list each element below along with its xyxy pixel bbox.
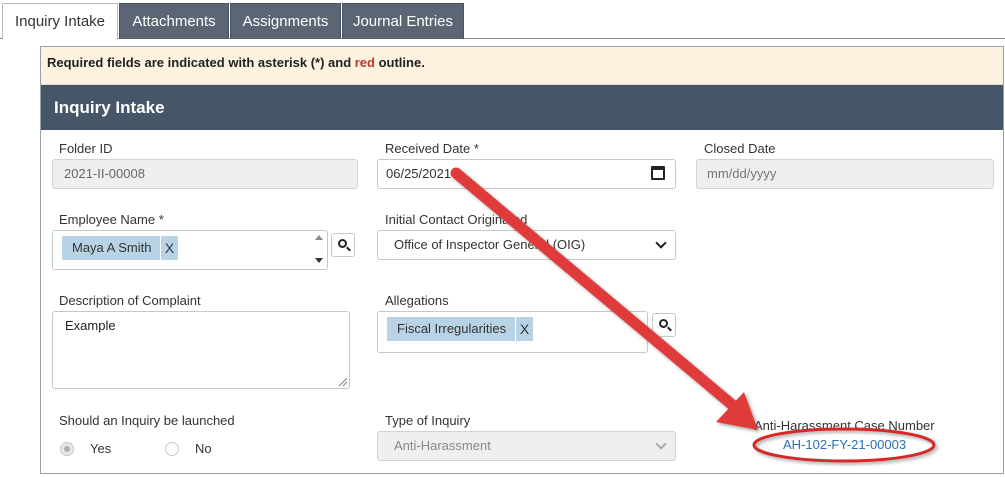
inquiry-launched-label: Should an Inquiry be launched xyxy=(59,413,235,428)
employee-chip: Maya A Smith X xyxy=(62,236,178,260)
tab-inquiry-intake[interactable]: Inquiry Intake xyxy=(2,3,118,40)
required-fields-notice: Required fields are indicated with aster… xyxy=(41,47,1003,85)
type-of-inquiry-label: Type of Inquiry xyxy=(385,413,471,428)
allegation-chip: Fiscal Irregularities X xyxy=(387,317,533,341)
type-of-inquiry-value: Anti-Harassment xyxy=(394,438,491,453)
employee-scrollbar[interactable] xyxy=(312,232,326,268)
search-icon-handle xyxy=(346,246,351,252)
chevron-down-icon xyxy=(655,237,667,249)
initial-contact-value: Office of Inspector General (OIG) xyxy=(394,237,586,252)
description-label: Description of Complaint xyxy=(59,293,201,308)
tab-attachments[interactable]: Attachments xyxy=(119,3,229,39)
search-icon-handle xyxy=(667,326,672,332)
remove-employee-icon[interactable]: X xyxy=(160,236,178,260)
case-number-label: Anti-Harassment Case Number xyxy=(754,418,935,433)
scroll-down-icon[interactable] xyxy=(315,258,323,263)
notice-suffix: outline. xyxy=(374,55,425,70)
notice-prefix: Required fields are indicated with aster… xyxy=(47,55,355,70)
description-textarea[interactable]: Example xyxy=(52,311,350,389)
notice-highlight: red xyxy=(354,55,375,70)
initial-contact-select[interactable]: Office of Inspector General (OIG) xyxy=(377,230,676,260)
section-title: Inquiry Intake xyxy=(41,85,1003,130)
allegations-label: Allegations xyxy=(385,293,449,308)
allegations-search-button[interactable] xyxy=(652,313,676,337)
employee-search-button[interactable] xyxy=(331,233,355,257)
allegation-chip-label: Fiscal Irregularities xyxy=(397,321,507,336)
remove-allegation-icon[interactable]: X xyxy=(515,317,533,341)
tab-journal-entries[interactable]: Journal Entries xyxy=(342,3,464,39)
description-value: Example xyxy=(65,318,116,333)
chevron-down-icon xyxy=(655,438,667,450)
case-number-link[interactable]: AH-102-FY-21-00003 xyxy=(783,437,906,452)
employee-chip-label: Maya A Smith xyxy=(72,240,152,255)
radio-yes[interactable] xyxy=(60,442,74,456)
employee-name-label: Employee Name * xyxy=(59,212,164,227)
tab-bar: Inquiry Intake Attachments Assignments J… xyxy=(0,0,1005,40)
received-date-field[interactable]: 06/25/2021 xyxy=(377,159,676,189)
allegations-field[interactable]: Fiscal Irregularities X xyxy=(377,311,648,353)
tab-assignments[interactable]: Assignments xyxy=(230,3,341,39)
initial-contact-label: Initial Contact Originated xyxy=(385,212,528,227)
type-of-inquiry-select: Anti-Harassment xyxy=(377,431,676,461)
closed-date-field: mm/dd/yyyy xyxy=(696,159,994,189)
radio-yes-label: Yes xyxy=(90,441,112,456)
resize-handle-icon[interactable] xyxy=(339,378,347,386)
radio-no-label: No xyxy=(195,441,212,456)
received-date-value: 06/25/2021 xyxy=(386,166,452,181)
inquiry-intake-panel: Required fields are indicated with aster… xyxy=(40,46,1004,474)
closed-date-label: Closed Date xyxy=(704,141,776,156)
radio-no[interactable] xyxy=(165,442,179,456)
employee-name-field[interactable]: Maya A Smith X xyxy=(52,230,328,270)
scroll-up-icon[interactable] xyxy=(315,235,323,240)
folder-id-field: 2021-II-00008 xyxy=(52,159,358,189)
calendar-icon[interactable] xyxy=(651,166,665,180)
folder-id-label: Folder ID xyxy=(59,141,113,156)
received-date-label: Received Date * xyxy=(385,141,479,156)
